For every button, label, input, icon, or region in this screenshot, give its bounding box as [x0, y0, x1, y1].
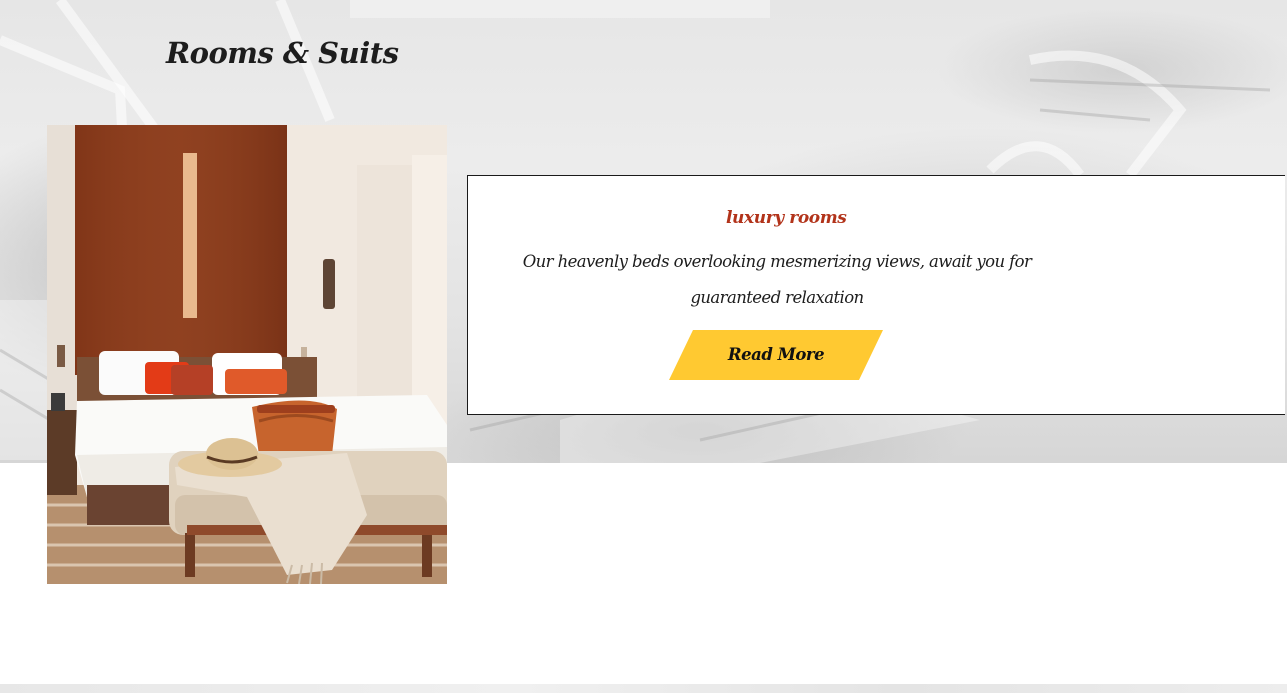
- read-more-button[interactable]: Read More: [669, 330, 883, 380]
- room-info-card: luxury rooms Our heavenly beds overlooki…: [467, 175, 1285, 415]
- room-description: Our heavenly beds overlooking mesmerizin…: [522, 252, 1032, 307]
- room-photo: [47, 125, 447, 584]
- read-more-label: Read More: [727, 345, 825, 364]
- room-category-tag: luxury rooms: [726, 208, 847, 228]
- next-section-background: [0, 684, 1287, 693]
- page: Rooms & Suits luxury rooms Our heavenly …: [0, 0, 1287, 693]
- section-title: Rooms & Suits: [166, 36, 399, 70]
